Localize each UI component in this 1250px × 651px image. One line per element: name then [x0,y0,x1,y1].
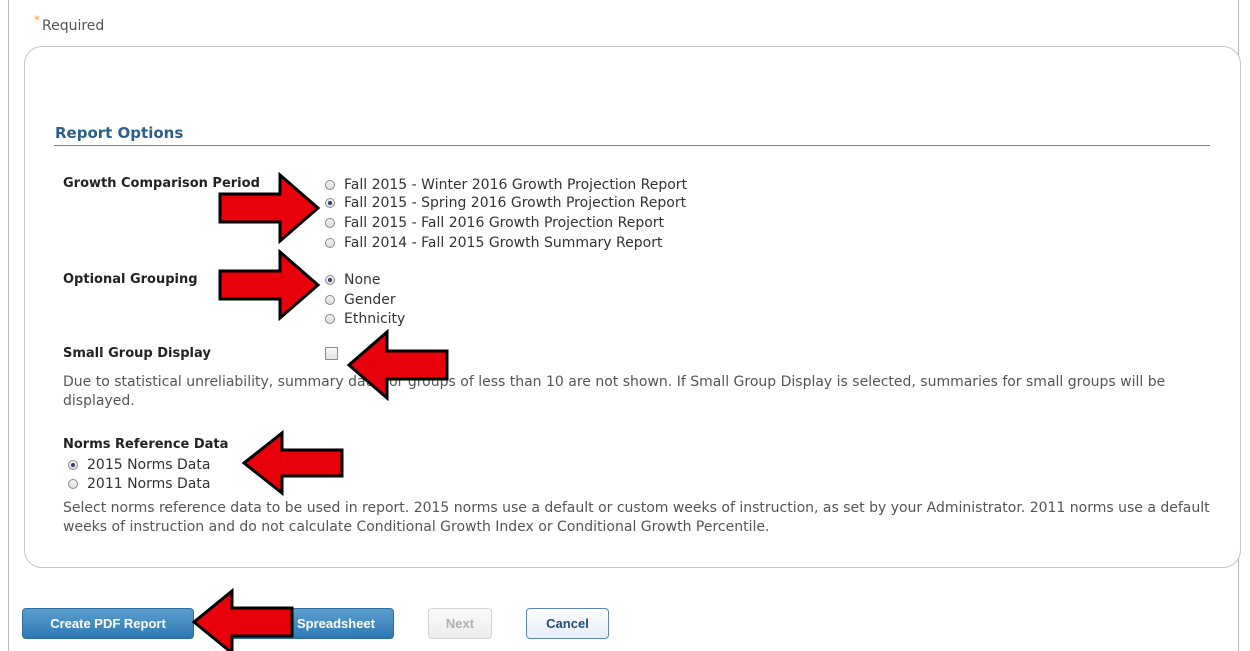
small-group-checkbox[interactable] [325,347,338,360]
radio-button[interactable] [325,237,335,248]
red-arrow-left-icon [191,588,294,651]
grouping-option-gender-label: Gender [344,291,396,308]
radio-button[interactable] [325,179,335,190]
growth-option-2[interactable]: Fall 2015 - Spring 2016 Growth Projectio… [325,193,686,212]
required-label: Required [42,18,105,34]
grouping-option-ethnicity-label: Ethnicity [344,310,406,327]
create-pdf-report-button[interactable]: Create PDF Report [22,608,194,639]
norms-option-2011[interactable]: 2011 Norms Data [68,474,210,493]
required-note: * Required [34,13,105,34]
growth-option-3[interactable]: Fall 2015 - Fall 2016 Growth Projection … [325,213,664,232]
norms-option-2011-label: 2011 Norms Data [87,475,211,492]
norms-label: Norms Reference Data [63,437,229,452]
growth-option-1-label: Fall 2015 - Winter 2016 Growth Projectio… [344,176,688,193]
grouping-option-gender[interactable]: Gender [325,290,396,309]
radio-button[interactable] [325,217,335,228]
next-button[interactable]: Next [428,608,492,639]
red-arrow-left-icon [241,430,344,496]
small-group-label: Small Group Display [63,346,211,361]
radio-button-selected[interactable] [68,459,78,470]
grouping-option-none[interactable]: None [325,270,381,289]
growth-option-4-label: Fall 2014 - Fall 2015 Growth Summary Rep… [344,234,663,251]
norms-option-2015-label: 2015 Norms Data [87,456,211,473]
small-group-description: Due to statistical unreliability, summar… [63,374,1166,409]
optional-grouping-label: Optional Grouping [63,272,198,287]
red-arrow-left-icon [346,329,449,401]
radio-button[interactable] [325,313,335,324]
growth-option-1[interactable]: Fall 2015 - Winter 2016 Growth Projectio… [325,175,687,194]
radio-button-selected[interactable] [325,274,335,285]
radio-button[interactable] [68,478,78,489]
radio-button[interactable] [325,294,335,305]
growth-option-2-label: Fall 2015 - Spring 2016 Growth Projectio… [344,194,687,211]
norms-description: Select norms reference data to be used i… [63,500,1210,535]
cancel-button[interactable]: Cancel [526,608,609,639]
norms-option-2015[interactable]: 2015 Norms Data [68,455,210,474]
red-arrow-right-icon [218,172,321,244]
red-arrow-right-icon [218,249,321,321]
section-title: Report Options [55,124,184,142]
radio-button-selected[interactable] [325,197,335,208]
grouping-option-none-label: None [344,271,381,288]
grouping-option-ethnicity[interactable]: Ethnicity [325,309,405,328]
required-asterisk: * [34,13,40,27]
growth-option-3-label: Fall 2015 - Fall 2016 Growth Projection … [344,214,665,231]
growth-option-4[interactable]: Fall 2014 - Fall 2015 Growth Summary Rep… [325,233,662,252]
section-divider [54,145,1210,146]
